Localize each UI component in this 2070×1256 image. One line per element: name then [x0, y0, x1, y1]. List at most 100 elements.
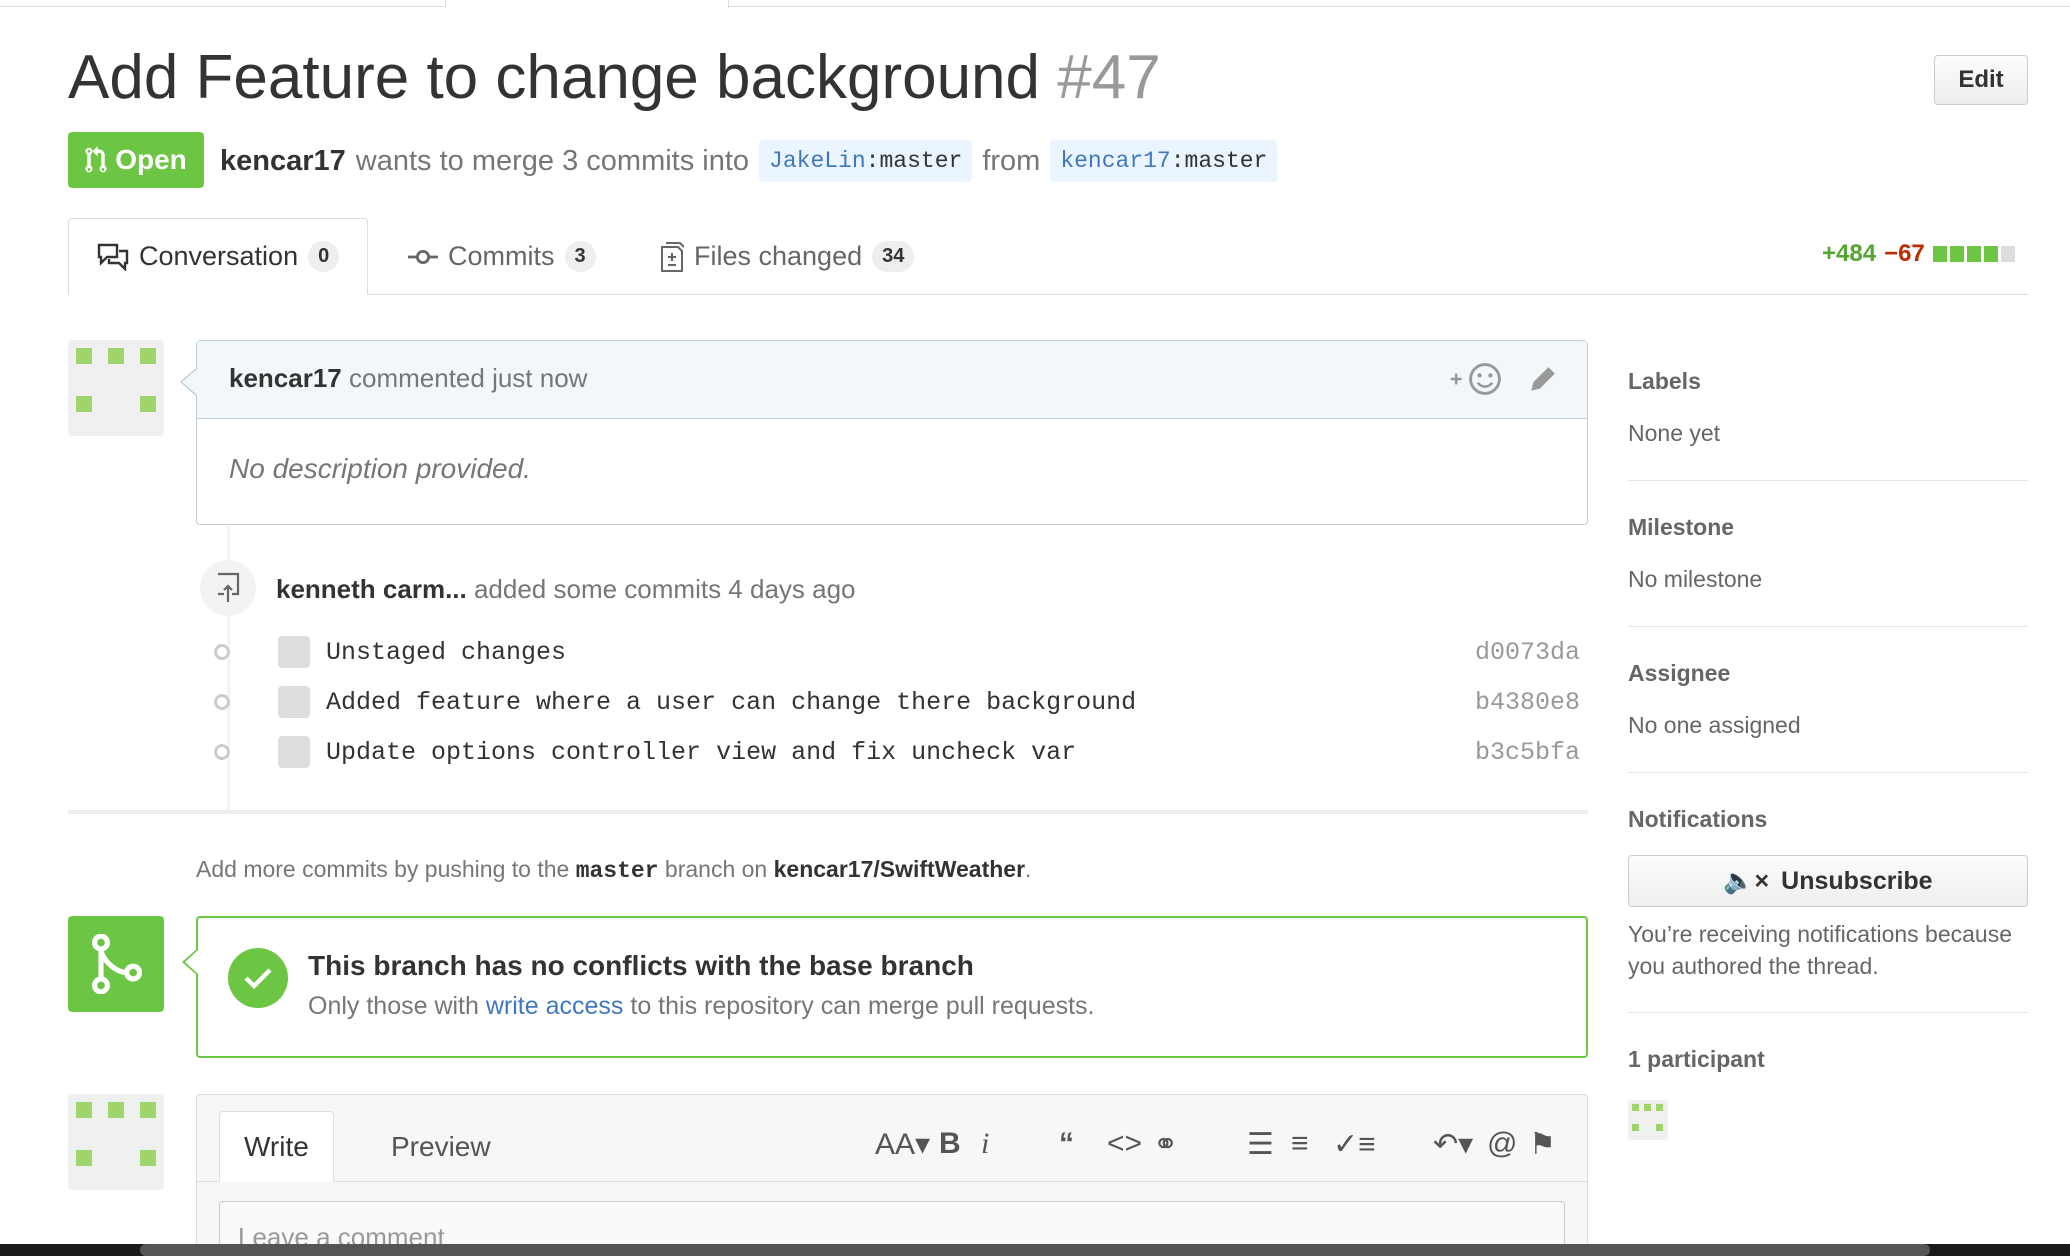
push-hint: Add more commits by pushing to the maste… [196, 856, 1032, 884]
hint-branch: master [575, 858, 659, 884]
commit-sha[interactable]: b4380e8 [1475, 688, 1580, 717]
notifications-heading: Notifications [1628, 806, 1768, 832]
commit-row: Unstaged changes d0073da [202, 630, 1580, 674]
diffstat-block [1949, 246, 1964, 262]
diffstat: +484 −67 [1822, 240, 2015, 268]
ordered-list-icon[interactable]: ≡ [1291, 1127, 1309, 1161]
comment-action: commented just now [349, 363, 588, 393]
write-access-link[interactable]: write access [486, 992, 624, 1020]
commit-sha[interactable]: b3c5bfa [1475, 738, 1580, 767]
sidebar-divider [1628, 480, 2028, 481]
task-list-icon[interactable]: ✓≡ [1333, 1127, 1376, 1162]
sidebar-divider [1628, 626, 2028, 627]
comment-discussion-icon [97, 243, 129, 271]
diffstat-block [1966, 246, 1981, 262]
deletions-count: −67 [1884, 240, 1925, 267]
code-icon[interactable]: <> [1107, 1127, 1142, 1161]
avatar[interactable] [68, 1094, 164, 1190]
tab-label: Files changed [694, 241, 863, 271]
tab-label: Commits [448, 241, 555, 271]
commit-dot-icon [214, 694, 230, 710]
tab-preview[interactable]: Preview [367, 1111, 515, 1182]
file-diff-icon [661, 241, 684, 272]
pull-request-icon [85, 146, 107, 173]
tab-counter: 0 [308, 241, 340, 272]
check-icon [228, 948, 288, 1008]
commit-sha[interactable]: d0073da [1475, 638, 1580, 667]
participants-heading: 1 participant [1628, 1046, 1765, 1072]
mention-icon[interactable]: @ [1487, 1127, 1517, 1161]
quote-icon[interactable]: “ [1059, 1127, 1074, 1161]
comment-box: kencar17 commented just now No descripti… [196, 340, 1588, 525]
commit-message[interactable]: Unstaged changes [326, 638, 566, 667]
state-badge: Open [68, 132, 204, 188]
unordered-list-icon[interactable]: ☰ [1247, 1127, 1274, 1162]
link-icon[interactable]: ⚭ [1153, 1127, 1178, 1162]
diffstat-block [2000, 246, 2015, 262]
avatar[interactable] [68, 340, 164, 436]
labels-heading[interactable]: Labels [1628, 368, 1701, 395]
assignee-value: No one assigned [1628, 712, 1801, 738]
bold-icon[interactable]: B [939, 1127, 961, 1161]
tab-commits[interactable]: Commits 3 [380, 218, 624, 295]
commit-message[interactable]: Added feature where a user can change th… [326, 688, 1136, 717]
tab-label: Conversation [139, 241, 299, 271]
comment-meta: kencar17 commented just now [229, 363, 587, 394]
state-label: Open [115, 144, 187, 175]
merge-status-text: Only those with write access to this rep… [308, 992, 1095, 1020]
scrollbar-thumb[interactable] [140, 1244, 1930, 1256]
commit-row: Added feature where a user can change th… [202, 680, 1580, 724]
labels-value: None yet [1628, 420, 1721, 446]
assignee-heading[interactable]: Assignee [1628, 660, 1730, 687]
reply-icon[interactable]: ↶▾ [1433, 1127, 1473, 1162]
add-reaction-icon[interactable] [1449, 361, 1503, 402]
comment-composer: Write Preview AA▾ B i “ <> ⚭ ☰ ≡ ✓≡ ↶▾ @… [196, 1094, 1588, 1256]
additions-count: +484 [1822, 240, 1877, 267]
pencil-icon[interactable] [1527, 365, 1557, 400]
base-ref[interactable]: JakeLin:master [759, 140, 973, 182]
comment-author[interactable]: kencar17 [229, 363, 342, 393]
push-actor[interactable]: kenneth carm... [276, 574, 467, 604]
comment-body: No description provided. [229, 453, 531, 484]
pr-meta: kencar17 wants to merge 3 commits into J… [220, 140, 1278, 182]
top-tab-selected [445, 0, 729, 8]
commit-author-avatar[interactable] [278, 686, 310, 718]
edit-button[interactable]: Edit [1934, 55, 2028, 105]
mute-icon: 🔈× [1723, 866, 1770, 895]
commit-row: Update options controller view and fix u… [202, 730, 1580, 774]
unsubscribe-button[interactable]: 🔈× Unsubscribe [1628, 855, 2028, 907]
diffstat-block [1932, 246, 1947, 262]
commit-author-avatar[interactable] [278, 736, 310, 768]
text-size-icon[interactable]: AA▾ [875, 1127, 930, 1162]
commit-message[interactable]: Update options controller view and fix u… [326, 738, 1076, 767]
hint-repo[interactable]: kencar17/SwiftWeather [774, 856, 1025, 882]
comment-arrow-inner [182, 369, 197, 395]
push-event-text: added some commits 4 days ago [473, 574, 856, 604]
tab-conversation[interactable]: Conversation 0 [68, 218, 369, 295]
head-ref[interactable]: kencar17:master [1050, 140, 1278, 182]
merge-status-title: This branch has no conflicts with the ba… [308, 950, 974, 981]
italic-icon[interactable]: i [981, 1127, 989, 1161]
merge-arrow-inner [185, 950, 198, 974]
diffstat-block [1983, 246, 1998, 262]
tab-write[interactable]: Write [219, 1111, 334, 1182]
milestone-heading[interactable]: Milestone [1628, 514, 1734, 541]
notifications-reason: You’re receiving notifications because y… [1628, 921, 2013, 979]
page-title: Add Feature to change background #47 [68, 42, 1161, 113]
repo-push-icon [200, 560, 256, 616]
participant-avatar[interactable] [1628, 1100, 1668, 1140]
top-tab-strip [0, 6, 2070, 7]
pr-title: Add Feature to change background [68, 43, 1041, 112]
commit-dot-icon [214, 744, 230, 760]
merge-status-box: This branch has no conflicts with the ba… [196, 916, 1588, 1058]
commit-dot-icon [214, 644, 230, 660]
commit-author-avatar[interactable] [278, 636, 310, 668]
diffstat-blocks [1932, 246, 2015, 262]
git-merge-icon [68, 916, 164, 1012]
tab-counter: 34 [872, 241, 915, 272]
tab-files-changed[interactable]: Files changed 34 [632, 218, 942, 295]
unsubscribe-label: Unsubscribe [1781, 866, 1933, 895]
comment-header: kencar17 commented just now [197, 341, 1587, 419]
bookmark-icon[interactable]: ⚑ [1529, 1127, 1556, 1162]
author-link[interactable]: kencar17 [220, 145, 346, 178]
